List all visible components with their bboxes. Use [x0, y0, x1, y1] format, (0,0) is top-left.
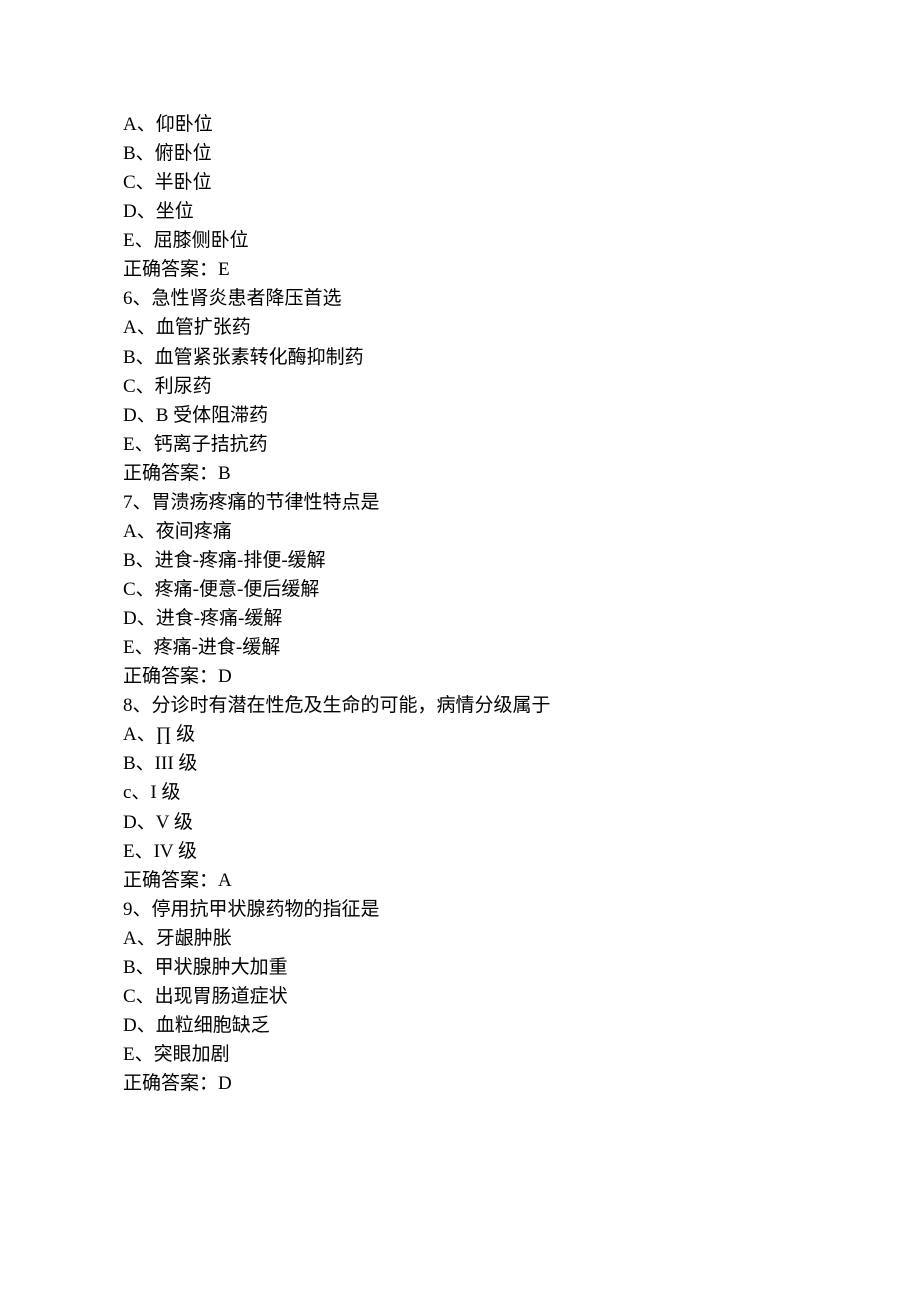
- option-a: A、∏ 级: [123, 720, 920, 749]
- answer-value: D: [218, 666, 232, 687]
- option-d: D、进食-疼痛-缓解: [123, 604, 920, 633]
- answer-label: 正确答案：: [123, 870, 218, 891]
- question-stem: 7、胃溃疡疼痛的节律性特点是: [123, 488, 920, 517]
- answer-value: A: [218, 870, 232, 891]
- option-b: B、进食-疼痛-排便-缓解: [123, 546, 920, 575]
- option-b: B、甲状腺肿大加重: [123, 953, 920, 982]
- question-stem: 8、分诊时有潜在性危及生命的可能，病情分级属于: [123, 691, 920, 720]
- option-b: B、血管紧张素转化酶抑制药: [123, 343, 920, 372]
- option-e: E、突眼加剧: [123, 1040, 920, 1069]
- answer-value: E: [218, 259, 230, 280]
- answer-label: 正确答案：: [123, 463, 218, 484]
- question-stem: 6、急性肾炎患者降压首选: [123, 284, 920, 313]
- option-c: C、半卧位: [123, 168, 920, 197]
- option-d: D、B 受体阻滞药: [123, 401, 920, 430]
- option-a: A、牙龈肿胀: [123, 924, 920, 953]
- option-a: A、夜间疼痛: [123, 517, 920, 546]
- option-d: D、坐位: [123, 197, 920, 226]
- answer-line: 正确答案：A: [123, 866, 920, 895]
- option-e: E、IV 级: [123, 837, 920, 866]
- answer-line: 正确答案：E: [123, 255, 920, 284]
- option-e: E、疼痛-进食-缓解: [123, 633, 920, 662]
- option-b: B、III 级: [123, 749, 920, 778]
- answer-line: 正确答案：D: [123, 662, 920, 691]
- option-c: C、出现胃肠道症状: [123, 982, 920, 1011]
- answer-value: D: [218, 1073, 232, 1094]
- option-e: E、钙离子拮抗药: [123, 430, 920, 459]
- answer-line: 正确答案：B: [123, 459, 920, 488]
- option-c: c、I 级: [123, 778, 920, 807]
- answer-label: 正确答案：: [123, 666, 218, 687]
- document-page: A、仰卧位 B、俯卧位 C、半卧位 D、坐位 E、屈膝侧卧位 正确答案：E 6、…: [0, 0, 920, 1098]
- answer-label: 正确答案：: [123, 259, 218, 280]
- answer-line: 正确答案：D: [123, 1069, 920, 1098]
- answer-value: B: [218, 463, 231, 484]
- option-b: B、俯卧位: [123, 139, 920, 168]
- option-a: A、仰卧位: [123, 110, 920, 139]
- option-c: C、疼痛-便意-便后缓解: [123, 575, 920, 604]
- question-stem: 9、停用抗甲状腺药物的指征是: [123, 895, 920, 924]
- answer-label: 正确答案：: [123, 1073, 218, 1094]
- option-a: A、血管扩张药: [123, 313, 920, 342]
- option-d: D、血粒细胞缺乏: [123, 1011, 920, 1040]
- option-e: E、屈膝侧卧位: [123, 226, 920, 255]
- option-c: C、利尿药: [123, 372, 920, 401]
- option-d: D、V 级: [123, 808, 920, 837]
